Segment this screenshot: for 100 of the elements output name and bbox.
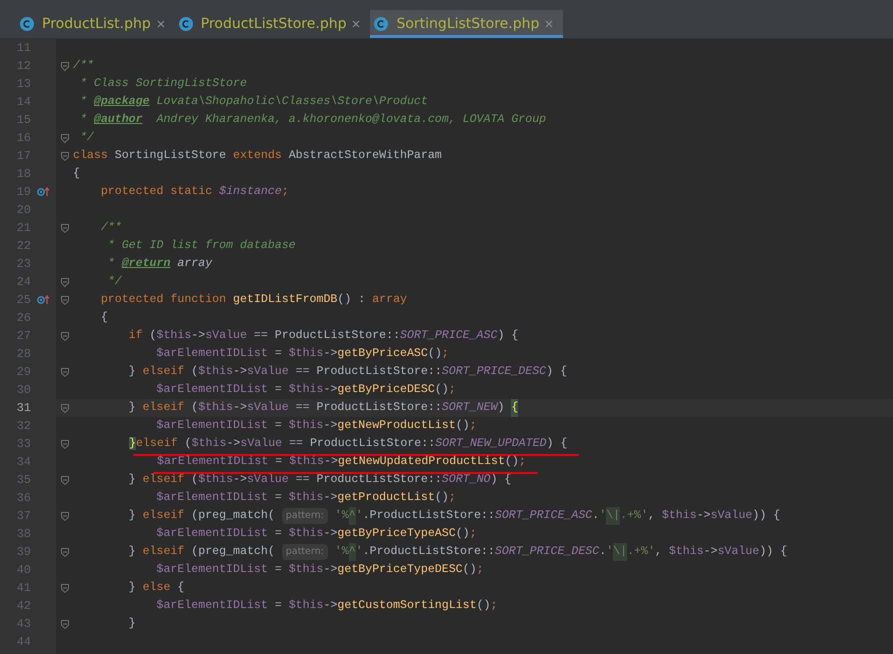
code-token: } (128, 580, 137, 596)
code-token: = (274, 382, 283, 398)
fold-marker-icon[interactable] (60, 404, 68, 412)
editor-tab[interactable]: ProductListStore.php (174, 10, 370, 38)
code-token: == ProductListStore:: (252, 328, 400, 344)
code-token: } (128, 508, 137, 524)
code-token: -> (191, 328, 206, 344)
fold-marker-icon[interactable] (60, 512, 68, 520)
code-token: $arElementIDList (155, 562, 268, 578)
fold-marker-icon[interactable] (60, 476, 68, 484)
code-token: -> (323, 346, 338, 362)
fold-marker-icon[interactable] (60, 134, 68, 142)
fold-marker-icon[interactable] (60, 296, 68, 304)
code-token: $this (198, 400, 234, 416)
code-token: } (128, 400, 137, 416)
code-token: array (372, 292, 407, 308)
code-token: { (511, 399, 518, 417)
fold-marker-icon[interactable] (60, 62, 68, 70)
code-token: * (106, 256, 116, 272)
code-token: elseif (142, 400, 184, 416)
code-token: sValue (246, 364, 289, 380)
code-token: { (176, 580, 184, 596)
fold-marker-icon[interactable] (60, 368, 68, 376)
code-token: sValue (246, 400, 289, 416)
code-token: ^ (348, 507, 356, 525)
code-token: elseif (142, 472, 184, 488)
code-token: sValue (718, 544, 760, 560)
code-token: $this (156, 328, 192, 344)
fold-marker-icon[interactable] (60, 620, 68, 628)
close-icon[interactable] (352, 20, 360, 28)
code-token: . (599, 544, 606, 560)
code-token: getByPriceTypeDESC (337, 562, 463, 578)
code-token: () (434, 382, 449, 398)
code-token: = (274, 490, 283, 506)
fold-marker-icon[interactable] (60, 332, 68, 340)
code-token: sValue (205, 328, 247, 344)
code-token: () (428, 346, 442, 362)
code-token: -> (323, 382, 338, 398)
code-token: $arElementIDList (155, 382, 268, 398)
code-token: * Get ID list from database (106, 238, 296, 254)
code-token: ) { (546, 364, 568, 380)
fold-marker-icon[interactable] (60, 548, 68, 556)
code-token: .+%' (620, 508, 648, 524)
code-token: $arElementIDList (155, 346, 268, 362)
code-token: $this (289, 455, 324, 468)
code-token: $this (662, 508, 697, 524)
code-token: getByPriceDESC (337, 382, 435, 398)
code-token: } (129, 437, 136, 450)
code-token: )) { (759, 544, 788, 560)
code-token: $this (288, 562, 324, 578)
code-token: $this (192, 437, 226, 450)
code-token: -> (696, 508, 711, 524)
code-token: == ProductListStore:: (294, 400, 442, 416)
code-token: = (274, 562, 283, 578)
editor-tab[interactable]: SortingListStore.php (370, 10, 564, 38)
code-token: ; (442, 346, 449, 362)
close-icon[interactable] (156, 20, 165, 28)
override-marker-icon[interactable] (37, 187, 50, 197)
fold-marker-icon[interactable] (60, 224, 68, 232)
code-token: elseif (136, 437, 178, 450)
tab-label: SortingListStore.php (396, 14, 540, 34)
code-token: -> (233, 400, 247, 416)
code-token: $this (198, 472, 234, 488)
code-token: \| (613, 543, 628, 561)
code-token: -> (323, 490, 338, 506)
code-token: () (434, 490, 449, 506)
override-marker-icon[interactable] (37, 295, 50, 305)
code-token: */ (78, 130, 94, 146)
code-token: -> (233, 364, 247, 380)
code-token: $this (668, 544, 704, 560)
code-token: ; (448, 490, 456, 506)
fold-marker-icon[interactable] (60, 152, 68, 160)
code-token: $this (288, 526, 324, 542)
code-token: getIDListFromDB (233, 292, 338, 308)
code-token: -> (324, 455, 338, 468)
code-token: array (176, 256, 212, 272)
code-token: ( (190, 400, 198, 416)
code-token: () : (337, 292, 366, 308)
code-token: } (128, 616, 136, 632)
code-token: -> (704, 544, 718, 560)
code-token: () (456, 418, 470, 434)
fold-marker-icon[interactable] (60, 278, 68, 286)
code-token: getByPriceASC (337, 346, 428, 362)
code-token: () (476, 598, 490, 614)
parameter-hint: pattern: (282, 544, 328, 560)
code-token: */ (106, 274, 122, 290)
fold-marker-icon[interactable] (60, 440, 68, 448)
code-token: if (128, 328, 143, 344)
fold-marker-icon[interactable] (60, 584, 68, 592)
code-token: ' (606, 544, 614, 560)
code-token: $arElementIDList (155, 526, 268, 542)
close-icon[interactable] (545, 20, 554, 28)
code-token: ; (448, 382, 456, 398)
code-token: elseif (142, 544, 184, 560)
code-token: ) { (497, 328, 518, 344)
code-token: sValue (246, 472, 289, 488)
code-token: , (654, 544, 663, 560)
editor-tab[interactable]: ProductList.php (16, 10, 175, 38)
code-token: protected function (100, 292, 228, 308)
code-token: ; (470, 526, 477, 542)
